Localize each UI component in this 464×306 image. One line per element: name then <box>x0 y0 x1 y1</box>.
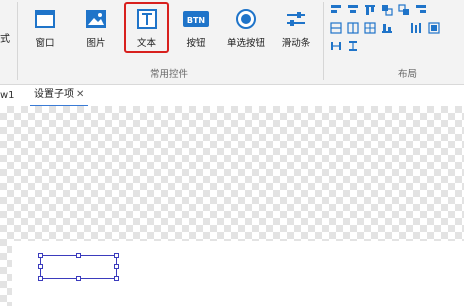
grid-icon[interactable] <box>364 22 376 34</box>
size-icon[interactable] <box>428 22 440 34</box>
resize-handle-top-left[interactable] <box>38 253 43 258</box>
tab-settings-subitem[interactable]: 设置子项 ✕ <box>30 87 89 107</box>
resize-handle-bottom-right[interactable] <box>114 276 119 281</box>
spacing-horizontal-icon[interactable] <box>330 40 342 52</box>
slider-icon <box>287 12 305 26</box>
text-control-button[interactable]: 文本 <box>124 2 169 53</box>
spacing-vertical-icon[interactable] <box>347 40 359 52</box>
button-icon-text: BTN <box>187 16 205 25</box>
resize-handle-left[interactable] <box>38 264 43 269</box>
ribbon-partial-label[interactable]: 式 <box>0 30 10 45</box>
align-top-icon[interactable] <box>364 4 376 16</box>
document-tab-bar: w1 设置子项 ✕ <box>0 85 464 107</box>
button-control-button[interactable]: BTN 按钮 <box>176 5 216 53</box>
align-front-icon[interactable] <box>381 4 393 16</box>
resize-handle-right[interactable] <box>114 264 119 269</box>
text-button-label: 文本 <box>136 38 156 49</box>
window-control-button[interactable]: 窗口 <box>25 5 65 53</box>
resize-handle-bottom-left[interactable] <box>38 276 43 281</box>
window-button-label: 窗口 <box>35 38 55 49</box>
resize-handle-top[interactable] <box>76 253 81 258</box>
align-back-icon[interactable] <box>398 4 410 16</box>
align-left-icon[interactable] <box>330 4 342 16</box>
ribbon-separator <box>323 2 324 80</box>
tab-label: 设置子项 <box>34 89 74 100</box>
ribbon-separator <box>17 2 18 80</box>
tab-previous[interactable]: w1 <box>0 90 15 101</box>
align-bottom-icon[interactable] <box>381 22 393 34</box>
distribute-columns-icon[interactable] <box>410 22 422 34</box>
app-window: 式 窗口 图片 文本 BTN 按钮 单选按钮 滑动条 常用控件 布局 w1 设置… <box>0 0 464 306</box>
slider-control-button[interactable]: 滑动条 <box>276 5 316 53</box>
resize-handle-bottom[interactable] <box>76 276 81 281</box>
common-controls-group-label: 常用控件 <box>150 69 189 80</box>
image-icon <box>86 10 106 28</box>
ribbon-toolbar: 式 窗口 图片 文本 BTN 按钮 单选按钮 滑动条 常用控件 布局 <box>0 0 464 85</box>
image-control-button[interactable]: 图片 <box>76 5 116 53</box>
button-icon: BTN <box>183 11 209 27</box>
radio-control-button[interactable]: 单选按钮 <box>226 5 266 53</box>
resize-handle-top-right[interactable] <box>114 253 119 258</box>
slider-button-label: 滑动条 <box>281 38 311 49</box>
radio-button-label: 单选按钮 <box>226 38 265 49</box>
distribute-horizontal-icon[interactable] <box>347 22 359 34</box>
radio-icon <box>236 9 256 29</box>
image-button-label: 图片 <box>86 38 106 49</box>
layout-group-label: 布局 <box>398 69 418 80</box>
distribute-vertical-icon[interactable] <box>330 22 342 34</box>
text-icon <box>136 9 157 29</box>
align-center-icon[interactable] <box>347 4 359 16</box>
button-button-label: 按钮 <box>186 38 206 49</box>
window-icon <box>35 10 55 28</box>
align-right-icon[interactable] <box>415 4 427 16</box>
close-icon[interactable]: ✕ <box>76 87 84 103</box>
